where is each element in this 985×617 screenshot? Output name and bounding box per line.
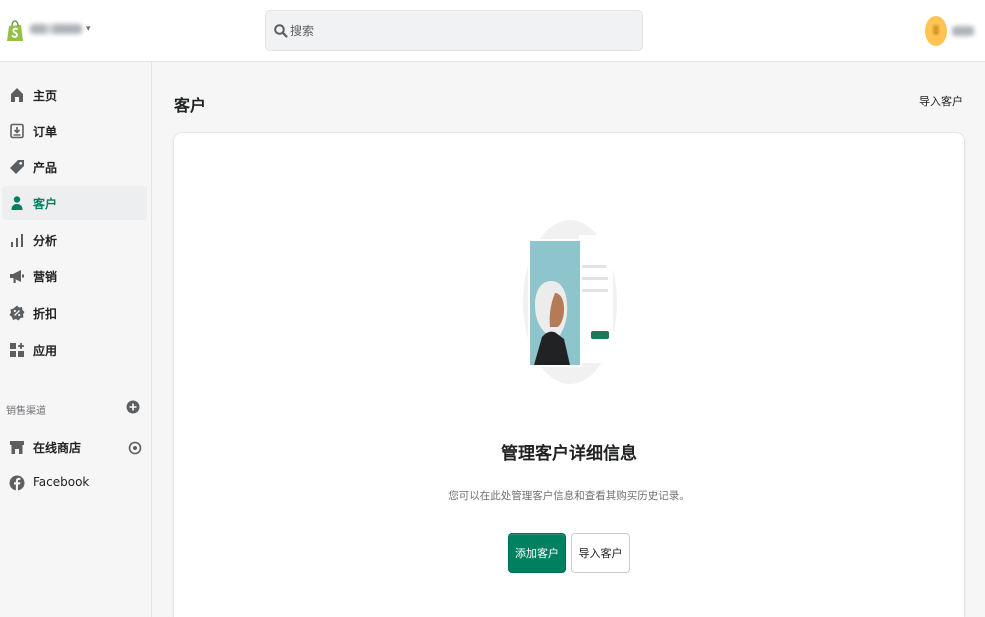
megaphone-icon	[10, 270, 24, 283]
search-bar[interactable]	[265, 10, 643, 51]
sidebar-item-label: 主页	[33, 89, 58, 103]
top-bar: ▾	[0, 0, 985, 62]
tag-icon	[10, 160, 24, 174]
import-customers-button[interactable]: 导入客户	[571, 533, 630, 573]
sidebar: 主页 订单 产品 客户 分析 营销 折扣 应用 销售渠道 在线商店 Facebo…	[0, 62, 152, 617]
customer-profile-illustration	[523, 220, 617, 384]
sidebar-item-analytics[interactable]: 分析	[2, 223, 147, 257]
empty-state-card: 管理客户详细信息 您可以在此处管理客户信息和查看其购买历史记录。 添加客户 导入…	[174, 133, 964, 617]
sidebar-item-discounts[interactable]: 折扣	[2, 296, 147, 330]
sidebar-item-online-store[interactable]: 在线商店	[2, 430, 147, 464]
store-name[interactable]	[30, 24, 82, 34]
eye-icon[interactable]	[128, 441, 142, 455]
person-icon	[11, 196, 23, 210]
sidebar-item-label: 在线商店	[33, 441, 82, 455]
sidebar-item-label: 应用	[33, 344, 58, 358]
page-title: 客户	[174, 96, 207, 115]
sales-channels-heading: 销售渠道	[6, 406, 46, 417]
sidebar-item-products[interactable]: 产品	[2, 150, 147, 184]
discount-icon	[9, 305, 25, 321]
empty-state-heading: 管理客户详细信息	[501, 444, 637, 464]
add-customer-button[interactable]: 添加客户	[508, 533, 566, 573]
store-chevron-down-icon[interactable]: ▾	[86, 24, 91, 34]
user-name[interactable]	[952, 26, 974, 36]
sidebar-item-customers[interactable]: 客户	[2, 186, 147, 220]
sidebar-item-label: 营销	[33, 270, 58, 284]
sidebar-item-apps[interactable]: 应用	[2, 333, 147, 367]
sidebar-item-label: 产品	[33, 161, 58, 175]
search-input[interactable]	[290, 19, 630, 43]
sidebar-item-label: Facebook	[33, 475, 90, 489]
add-channel-icon[interactable]	[126, 400, 140, 414]
search-icon	[274, 24, 288, 38]
orders-icon	[10, 123, 24, 139]
sidebar-item-orders[interactable]: 订单	[2, 114, 147, 148]
bar-chart-icon	[11, 234, 23, 247]
facebook-icon	[9, 475, 25, 491]
import-customers-link[interactable]: 导入客户	[919, 93, 963, 109]
empty-state-description: 您可以在此处管理客户信息和查看其购买历史记录。	[448, 490, 690, 502]
sidebar-item-label: 客户	[33, 197, 58, 211]
sidebar-item-label: 订单	[33, 125, 58, 139]
sidebar-item-marketing[interactable]: 营销	[2, 259, 147, 293]
sidebar-item-label: 折扣	[33, 307, 58, 321]
sidebar-item-facebook[interactable]: Facebook	[2, 466, 147, 500]
apps-icon	[10, 343, 24, 357]
sidebar-item-label: 分析	[33, 234, 58, 248]
avatar[interactable]	[925, 16, 947, 46]
store-icon	[10, 441, 24, 454]
shopify-bag-icon[interactable]	[6, 20, 24, 42]
sidebar-item-home[interactable]: 主页	[2, 78, 147, 112]
home-icon	[11, 88, 23, 102]
